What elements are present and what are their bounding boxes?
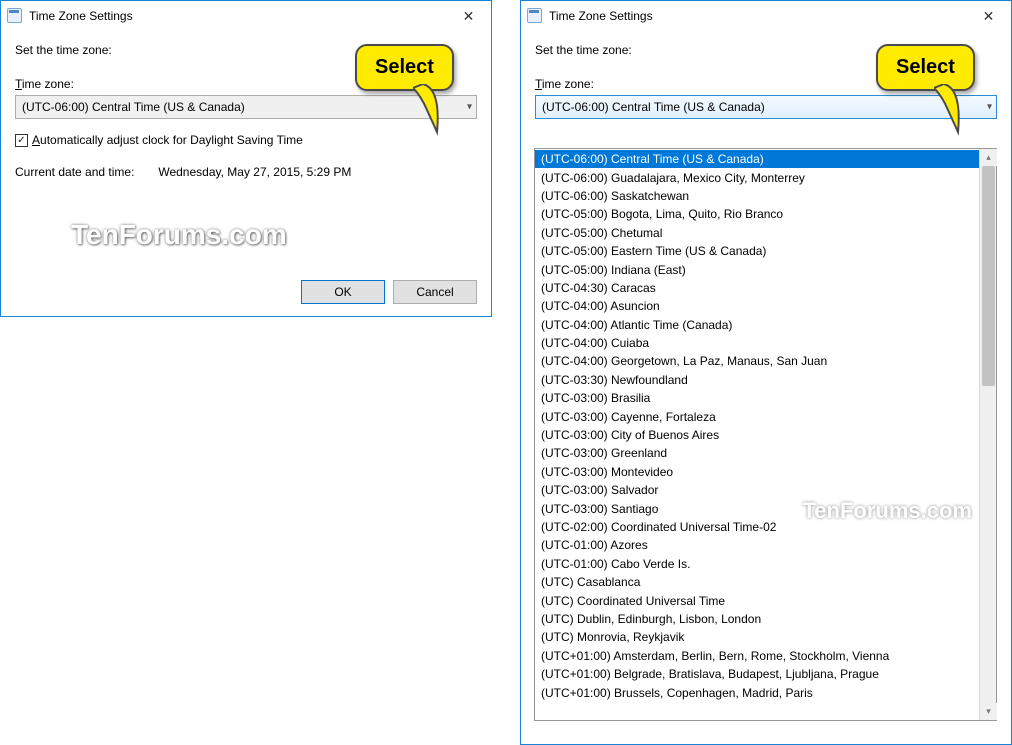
close-icon: ✕ <box>463 8 475 25</box>
dropdown-option[interactable]: (UTC-03:30) Newfoundland <box>535 371 979 389</box>
dropdown-option[interactable]: (UTC-05:00) Chetumal <box>535 224 979 242</box>
close-icon: ✕ <box>983 8 995 25</box>
dropdown-option[interactable]: (UTC-06:00) Guadalajara, Mexico City, Mo… <box>535 168 979 186</box>
titlebar[interactable]: Time Zone Settings ✕ <box>1 1 491 31</box>
timezone-icon <box>7 8 23 24</box>
dst-checkbox-label: Automatically adjust clock for Daylight … <box>32 133 303 147</box>
ok-button[interactable]: OK <box>301 280 385 304</box>
dropdown-option[interactable]: (UTC-03:00) Santiago <box>535 499 979 517</box>
dropdown-option[interactable]: (UTC-03:00) Montevideo <box>535 463 979 481</box>
current-datetime-row: Current date and time: Wednesday, May 27… <box>15 165 477 179</box>
dropdown-option[interactable]: (UTC-01:00) Cabo Verde Is. <box>535 555 979 573</box>
timezone-label: Time zone: <box>535 77 997 91</box>
dropdown-option[interactable]: (UTC-04:30) Caracas <box>535 279 979 297</box>
dropdown-option[interactable]: (UTC) Casablanca <box>535 573 979 591</box>
instruction-text: Set the time zone: <box>535 43 997 57</box>
current-datetime-value: Wednesday, May 27, 2015, 5:29 PM <box>158 165 351 179</box>
dropdown-option[interactable]: (UTC-05:00) Indiana (East) <box>535 260 979 278</box>
timezone-dropdown-list: (UTC-06:00) Central Time (US & Canada)(U… <box>534 148 997 721</box>
timezone-dialog-collapsed: Time Zone Settings ✕ Set the time zone: … <box>0 0 492 317</box>
dropdown-option[interactable]: (UTC-03:00) City of Buenos Aires <box>535 426 979 444</box>
dropdown-option[interactable]: (UTC-01:00) Azores <box>535 536 979 554</box>
timezone-select[interactable]: (UTC-06:00) Central Time (US & Canada) ▾ <box>15 95 477 119</box>
dropdown-option[interactable]: (UTC) Coordinated Universal Time <box>535 591 979 609</box>
dropdown-option[interactable]: (UTC-04:00) Georgetown, La Paz, Manaus, … <box>535 352 979 370</box>
timezone-icon <box>527 8 543 24</box>
titlebar[interactable]: Time Zone Settings ✕ <box>521 1 1011 31</box>
dropdown-option[interactable]: (UTC+01:00) Brussels, Copenhagen, Madrid… <box>535 683 979 701</box>
current-datetime-label: Current date and time: <box>15 165 155 179</box>
dropdown-option[interactable]: (UTC+01:00) Belgrade, Bratislava, Budape… <box>535 665 979 683</box>
dropdown-option[interactable]: (UTC-06:00) Central Time (US & Canada) <box>535 150 979 168</box>
dropdown-option[interactable]: (UTC-04:00) Atlantic Time (Canada) <box>535 316 979 334</box>
dropdown-option[interactable]: (UTC+01:00) Amsterdam, Berlin, Bern, Rom… <box>535 647 979 665</box>
close-button[interactable]: ✕ <box>446 1 491 31</box>
dropdown-option[interactable]: (UTC-02:00) Coordinated Universal Time-0… <box>535 518 979 536</box>
dropdown-option[interactable]: (UTC-04:00) Asuncion <box>535 297 979 315</box>
chevron-down-icon: ▾ <box>467 102 472 113</box>
dropdown-option[interactable]: (UTC) Monrovia, Reykjavik <box>535 628 979 646</box>
close-button[interactable]: ✕ <box>966 1 1011 31</box>
dropdown-option[interactable]: (UTC-03:00) Brasilia <box>535 389 979 407</box>
dropdown-option[interactable]: (UTC-05:00) Eastern Time (US & Canada) <box>535 242 979 260</box>
timezone-label: Time zone: <box>15 77 477 91</box>
scroll-thumb[interactable] <box>982 166 995 386</box>
cancel-button[interactable]: Cancel <box>393 280 477 304</box>
watermark: TenForums.com <box>71 219 287 251</box>
dropdown-option[interactable]: (UTC-05:00) Bogota, Lima, Quito, Rio Bra… <box>535 205 979 223</box>
instruction-text: Set the time zone: <box>15 43 477 57</box>
timezone-select-value: (UTC-06:00) Central Time (US & Canada) <box>22 100 245 114</box>
dropdown-option[interactable]: (UTC-03:00) Salvador <box>535 481 979 499</box>
dropdown-option[interactable]: (UTC-03:00) Greenland <box>535 444 979 462</box>
scroll-down-button[interactable]: ▾ <box>980 703 997 720</box>
timezone-select[interactable]: (UTC-06:00) Central Time (US & Canada) ▾ <box>535 95 997 119</box>
window-title: Time Zone Settings <box>29 9 133 23</box>
dropdown-option[interactable]: (UTC-06:00) Saskatchewan <box>535 187 979 205</box>
scroll-up-button[interactable]: ▴ <box>980 149 997 166</box>
dst-checkbox[interactable]: ✓ <box>15 134 28 147</box>
timezone-select-value: (UTC-06:00) Central Time (US & Canada) <box>542 100 765 114</box>
dropdown-option[interactable]: (UTC) Dublin, Edinburgh, Lisbon, London <box>535 610 979 628</box>
scrollbar[interactable]: ▴ ▾ <box>979 149 996 720</box>
window-title: Time Zone Settings <box>549 9 653 23</box>
dropdown-option[interactable]: (UTC-04:00) Cuiaba <box>535 334 979 352</box>
dropdown-option[interactable]: (UTC-03:00) Cayenne, Fortaleza <box>535 407 979 425</box>
chevron-down-icon: ▾ <box>987 102 992 113</box>
